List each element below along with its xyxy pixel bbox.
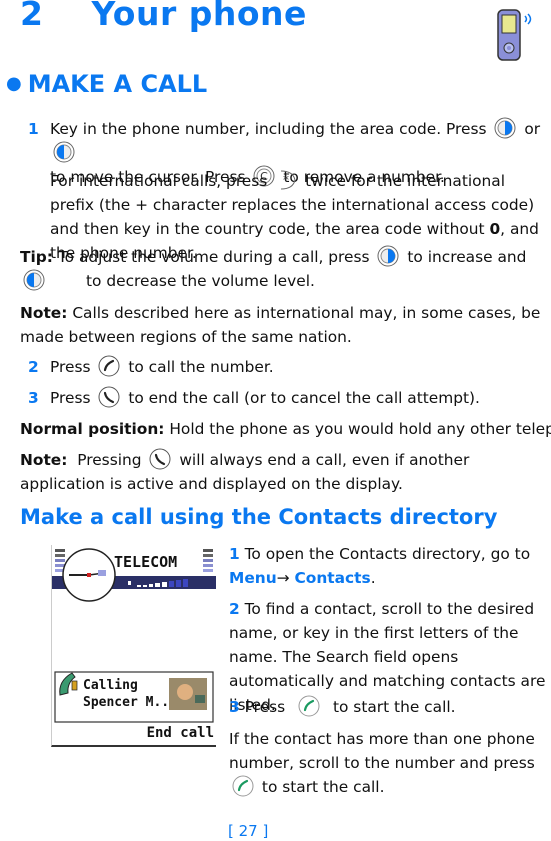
end-key-icon [98,386,120,408]
normal-position-label: Normal position: [20,420,165,438]
section-title-text: MAKE A CALL [27,70,208,98]
call-key-icon [232,775,254,797]
section-title: ● MAKE A CALL [6,70,208,98]
step-text: Press [50,358,91,376]
menu-link: Menu [229,569,277,587]
note-2: Note: Pressing will always end a call, e… [20,448,551,496]
step-text: or [524,120,541,138]
step-number: 2 [28,358,39,376]
note-label: Note: [20,304,68,322]
phone-chapter-icon [496,8,536,68]
step-text: If the contact has more than one phone n… [229,730,535,772]
subsection-title: Make a call using the Contacts directory [20,505,498,529]
step-text: to start the call. [261,778,385,796]
clock-icon [62,548,116,602]
calling-label: Calling [83,678,138,693]
step-number: 3 [28,389,39,407]
star-key-icon: * [275,169,297,191]
note-label: Note: [20,451,68,469]
step-text: . [370,569,376,587]
step-text: to call the number. [128,358,274,376]
call-key-icon [298,695,320,717]
note-text: Calls described here as international ma… [20,304,541,346]
arrow-icon: → [276,569,290,587]
tip-label: Tip: [20,248,53,266]
step-text: Press [50,389,91,407]
joystick-left-icon [53,141,75,163]
step-text: to end the call (or to cancel the call a… [128,389,480,407]
note-1: Note: Calls described here as internatio… [20,301,551,349]
contacts-step-4: If the contact has more than one phone n… [229,727,551,799]
step-number: 2 [229,600,240,618]
tip-block: Tip: To adjust the volume during a call,… [20,245,551,293]
zero-digit: 0 [489,220,501,238]
step-text: For international calls, press [50,172,268,190]
contacts-step-1: 1 To open the Contacts directory, go to … [229,542,551,590]
chapter-number: 2 [20,0,44,33]
normal-position: Normal position: Hold the phone as you w… [20,417,551,441]
contact-name: Spencer M.. [83,695,170,710]
joystick-up-icon [377,245,399,267]
chapter-name: Your phone [91,0,307,33]
call-key-icon [98,355,120,377]
normal-position-text: Hold the phone as you would hold any oth… [169,420,551,438]
end-call-softkey[interactable]: End call [147,725,214,741]
end-key-icon [149,448,171,470]
note-text: Pressing [77,451,142,469]
joystick-right-icon [494,117,516,139]
step-number: 1 [229,545,240,563]
svg-text:*: * [283,173,289,187]
tip-text: To adjust the volume during a call, pres… [57,248,370,266]
step-text: Key in the phone number, including the a… [50,120,487,138]
chapter-title: 2 Your phone [20,0,307,33]
joystick-down-icon [23,269,45,291]
contacts-step-3: 3 Press to start the call. [229,695,551,719]
step-number: 3 [229,698,240,716]
step-number: 1 [28,120,39,138]
phone-screen-image: TELECOM Calling Spencer M.. End call [51,545,216,747]
tip-text: to increase and [407,248,527,266]
battery-icon [203,549,213,572]
tip-text: to decrease the volume level. [86,272,315,290]
step-text: Press [244,698,286,716]
contacts-link: Contacts [294,569,371,587]
page-number: [ 27 ] [228,822,269,840]
step-text: To open the Contacts directory, go to [244,545,531,563]
operator-name: TELECOM [114,553,177,571]
step-text: to start the call. [332,698,456,716]
